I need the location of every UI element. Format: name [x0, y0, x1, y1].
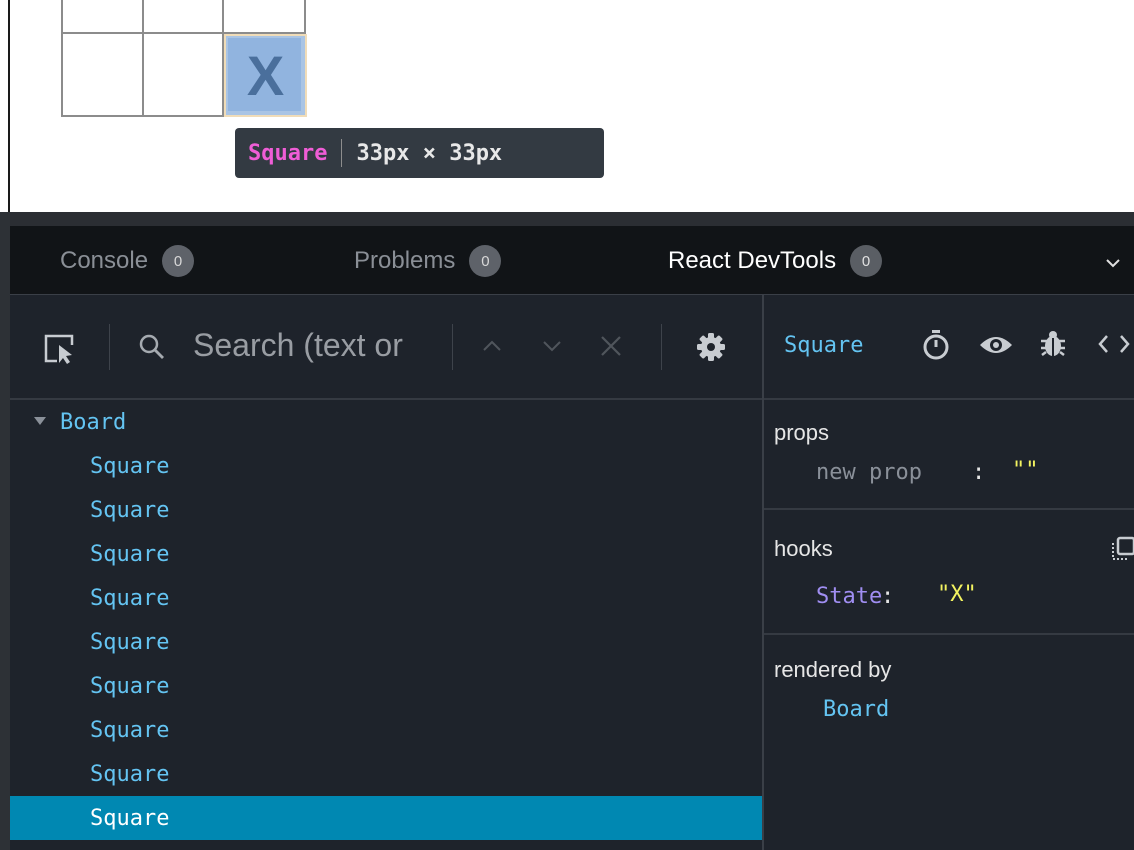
tree-row-label: Square: [90, 805, 170, 831]
board-square-highlighted[interactable]: X: [224, 34, 307, 117]
chevron-up-icon[interactable]: [481, 339, 503, 353]
prop-colon: :: [972, 460, 986, 485]
tooltip-dimensions: 33px × 33px: [356, 140, 503, 166]
tree-row-square[interactable]: Square: [10, 752, 762, 796]
tree-row-label: Square: [90, 585, 170, 611]
tree-row-square[interactable]: Square: [10, 532, 762, 576]
app-preview: X Square 33px × 33px: [0, 0, 1134, 212]
props-section: props new prop : "": [764, 400, 1134, 510]
gear-icon[interactable]: [695, 331, 727, 363]
panel-left-border: [0, 212, 10, 850]
new-prop-value[interactable]: "": [1012, 458, 1039, 483]
tree-row-label: Square: [90, 541, 170, 567]
hooks-section: hooks State : "X": [764, 510, 1134, 635]
tooltip-component-name: Square: [248, 140, 328, 166]
tab-label: Console: [60, 247, 149, 274]
tab-problems[interactable]: Problems 0: [354, 244, 502, 278]
board-line: [304, 0, 306, 34]
toolbar-divider: [109, 324, 110, 370]
bug-icon[interactable]: [1040, 329, 1066, 359]
tree-row-square-selected[interactable]: Square: [10, 796, 762, 840]
inspector-header: Square: [764, 295, 1134, 400]
rendered-by-title: rendered by: [774, 657, 892, 682]
hooks-title: hooks: [774, 536, 833, 561]
props-title: props: [774, 420, 830, 445]
tree-row-label: Square: [90, 673, 170, 699]
preview-border: [8, 0, 10, 212]
rendered-by-section: rendered by Board: [764, 635, 1134, 850]
tree-row-label: Square: [90, 497, 170, 523]
stopwatch-icon[interactable]: [922, 329, 950, 361]
hook-colon: :: [881, 584, 895, 609]
hook-name: State: [816, 584, 883, 609]
count-badge: 0: [162, 245, 195, 277]
count-badge: 0: [469, 245, 502, 277]
tree-row-board[interactable]: Board: [10, 400, 762, 444]
tree-row-label: Square: [90, 761, 170, 787]
hook-value[interactable]: "X": [937, 582, 977, 607]
chevron-down-icon[interactable]: [1104, 254, 1122, 272]
tree-row-square[interactable]: Square: [10, 708, 762, 752]
owner-link[interactable]: Board: [823, 697, 889, 722]
element-highlight-tooltip: Square 33px × 33px: [235, 128, 604, 178]
panel-tab-bar: Console 0 Problems 0 React DevTools 0: [10, 212, 1134, 295]
count-badge: 0: [850, 245, 883, 277]
tree-row-label: Square: [90, 717, 170, 743]
search-input[interactable]: Search (text or: [193, 327, 403, 364]
tree-row-square[interactable]: Square: [10, 576, 762, 620]
board-square[interactable]: [144, 34, 222, 115]
tooltip-divider: [341, 139, 343, 167]
board-square[interactable]: [63, 34, 142, 115]
tab-label: React DevTools: [668, 247, 837, 274]
square-value: X: [246, 44, 285, 107]
tree-row-label: Board: [60, 409, 127, 435]
toolbar-divider: [661, 324, 662, 370]
selected-component-name: Square: [784, 333, 864, 358]
toolbar-divider: [452, 324, 453, 370]
tree-toolbar: Search (text or: [10, 295, 762, 400]
search-icon: [139, 334, 164, 359]
component-tree-pane: Search (text or Board Square Square Squa…: [10, 295, 762, 850]
code-icon[interactable]: [1097, 333, 1131, 355]
eye-icon[interactable]: [979, 333, 1013, 357]
tab-label: Problems: [354, 247, 456, 274]
chevron-down-icon[interactable]: [541, 339, 563, 353]
tab-react-devtools[interactable]: React DevTools 0: [668, 244, 883, 278]
tree-row-square[interactable]: Square: [10, 664, 762, 708]
tree-row-label: Square: [90, 629, 170, 655]
devtools-panel: Console 0 Problems 0 React DevTools 0 Se…: [0, 212, 1134, 850]
caret-down-icon[interactable]: [34, 417, 46, 425]
tree-row-square[interactable]: Square: [10, 444, 762, 488]
tree-row-square[interactable]: Square: [10, 488, 762, 532]
copy-icon[interactable]: [1110, 536, 1134, 562]
tab-console[interactable]: Console 0: [60, 244, 195, 278]
inspector-pane: Square props new prop: "" hooks State:…: [764, 295, 1134, 850]
close-icon[interactable]: [598, 333, 624, 359]
board-line: [61, 115, 224, 117]
tree-row-label: Square: [90, 453, 170, 479]
new-prop-key[interactable]: new prop: [816, 460, 922, 485]
select-element-icon[interactable]: [43, 333, 77, 365]
tree-row-square[interactable]: Square: [10, 620, 762, 664]
